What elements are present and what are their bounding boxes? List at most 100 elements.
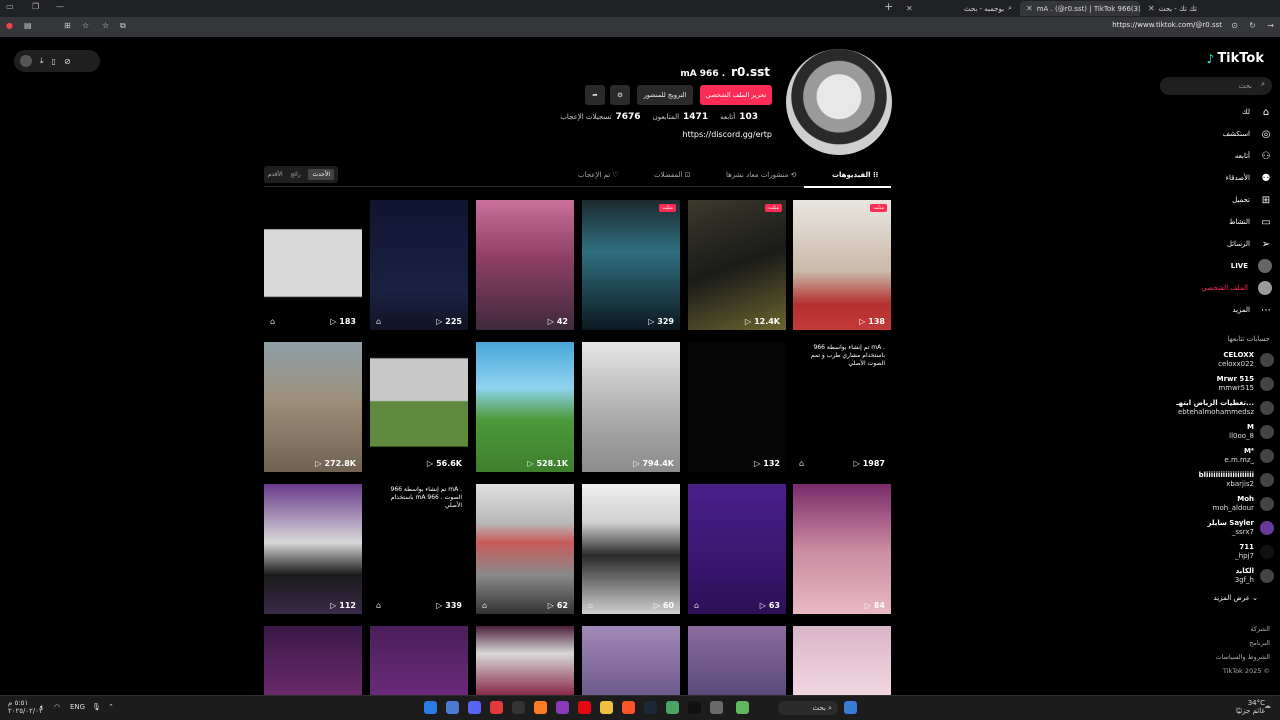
profile-bio-link[interactable]: https://discord.gg/ertp	[683, 130, 772, 139]
start-button-icon[interactable]	[844, 701, 857, 714]
tab-favorites[interactable]: المفضلات ⊡	[654, 171, 691, 179]
minimize-icon[interactable]: —	[56, 2, 64, 11]
browser-tab[interactable]: ✕ تك تك - بحث	[1142, 1, 1272, 16]
video-tile[interactable]: ▷ 272.8K	[264, 342, 362, 472]
followed-account[interactable]: الكايد 3gf_h	[1160, 565, 1274, 587]
video-tile[interactable]: ▷ 112	[264, 484, 362, 614]
followed-account[interactable]: Moh moh_aldour	[1160, 493, 1274, 515]
followed-account[interactable]: bliiiiiiiiiiiiiiiiiiii xbarjis2	[1160, 469, 1274, 491]
app-icon[interactable]	[710, 701, 723, 714]
favorite-icon[interactable]: ☆	[102, 21, 109, 30]
video-tile[interactable]: ▷ 42	[476, 200, 574, 330]
tab-videos[interactable]: الفيديوهات ⁞⁞	[832, 171, 878, 179]
discord-icon[interactable]	[468, 701, 481, 714]
app-icon[interactable]	[736, 701, 749, 714]
tiktok-logo[interactable]: ♪ TikTok	[1207, 51, 1264, 66]
taskbar-search[interactable]: بحث ⌕	[778, 701, 838, 715]
edit-profile-button[interactable]: تحرير الملف الشخصي	[700, 85, 772, 105]
collections-icon[interactable]: ⧉	[120, 21, 126, 31]
close-tab-icon[interactable]: ✕	[1148, 4, 1155, 13]
footer-link[interactable]: الشروط والسياسات	[1215, 653, 1270, 661]
footer-link[interactable]: الشركة	[1250, 625, 1270, 633]
app-icon[interactable]	[490, 701, 503, 714]
search-input[interactable]: بحث ⌕	[1160, 77, 1272, 95]
video-tile[interactable]: ⌂ ▷ 183	[264, 200, 362, 330]
followed-account[interactable]: سايلر Sayler _ssrx7	[1160, 517, 1274, 539]
nav-item-more[interactable]: المزيد ⋯	[1160, 301, 1272, 319]
video-tile[interactable]: ▷ 132	[688, 342, 786, 472]
video-tile[interactable]: ▷ 528.1K	[476, 342, 574, 472]
refresh-icon[interactable]: ↻	[1249, 21, 1256, 30]
footer-link[interactable]: البرنامج	[1249, 639, 1270, 647]
app-icon[interactable]	[666, 701, 679, 714]
nav-item-for-you[interactable]: لك ⌂	[1160, 103, 1272, 121]
followed-account[interactable]: 711 _hpj7	[1160, 541, 1274, 563]
video-tile[interactable]	[264, 626, 362, 695]
reading-list-icon[interactable]: ☆	[82, 21, 89, 30]
sidebar-toggle-icon[interactable]: ▤	[24, 21, 32, 30]
video-tile[interactable]: ⌂ ▷ 62	[476, 484, 574, 614]
video-tile[interactable]	[688, 626, 786, 695]
nav-item-messages[interactable]: الرسائل ➢	[1160, 235, 1272, 253]
wifi-icon[interactable]: ◠	[54, 703, 60, 711]
app-icon[interactable]	[534, 701, 547, 714]
edge-icon[interactable]	[424, 701, 437, 714]
followed-account[interactable]: Mll0oo_8	[1160, 421, 1274, 443]
chevron-up-icon[interactable]: ⌃	[108, 703, 114, 711]
video-tile[interactable]: ⌂ ▷ 63	[688, 484, 786, 614]
video-tile[interactable]: ▷ 56.6K	[370, 342, 468, 472]
nav-item-profile[interactable]: الملف الشخصي	[1160, 279, 1272, 297]
language-indicator[interactable]: ENG	[70, 703, 85, 711]
nav-item-activity[interactable]: النشاط ▭	[1160, 213, 1272, 231]
browser-tab-active[interactable]: ✕ mA . (@r0.sst) | TikTok 966(3) ♪	[1020, 1, 1140, 16]
video-tile[interactable]: ⌂ ▷ 225	[370, 200, 468, 330]
video-tile[interactable]	[793, 626, 891, 695]
steam-icon[interactable]	[644, 701, 657, 714]
followed-account[interactable]: M⁴ e.m.mz_	[1160, 445, 1274, 467]
video-tile[interactable]: مثبّت ▷ 138	[793, 200, 891, 330]
download-icon[interactable]: ⤓	[40, 56, 44, 66]
netflix-icon[interactable]	[578, 701, 591, 714]
app-icon[interactable]	[446, 701, 459, 714]
sort-oldest[interactable]: الأقدم	[268, 171, 283, 178]
url-text[interactable]: https://www.tiktok.com/@r0.sst	[1112, 21, 1222, 29]
share-button[interactable]: ➦	[585, 85, 605, 105]
app-icon[interactable]	[556, 701, 569, 714]
see-more-button[interactable]: عرض المزيد ⌄	[1214, 594, 1258, 602]
volume-icon[interactable]: 🔈︎	[40, 703, 44, 712]
terminal-icon[interactable]	[512, 701, 525, 714]
forward-icon[interactable]: →	[1267, 21, 1274, 30]
profile-avatar[interactable]	[786, 49, 892, 155]
video-tile[interactable]	[582, 626, 680, 695]
file-explorer-icon[interactable]	[600, 701, 613, 714]
video-tile[interactable]	[370, 626, 468, 695]
nav-item-following[interactable]: أتابعه ⚇	[1160, 147, 1272, 165]
new-tab-button[interactable]: +	[884, 0, 893, 13]
clock[interactable]: ٥:٥١ م ٢٠٢٥/٠٢/٠٣	[8, 699, 43, 715]
phone-icon[interactable]: ▯	[52, 57, 56, 66]
nav-item-upload[interactable]: تحميل ⊞	[1160, 191, 1272, 209]
video-tile[interactable]: ▷ 794.4K	[582, 342, 680, 472]
weather-widget[interactable]: 34°C غائم جزئيًا	[1236, 699, 1265, 715]
nav-item-friends[interactable]: الأصدقاء ⚉	[1160, 169, 1272, 187]
nav-item-explore[interactable]: استكشف ◎	[1160, 125, 1272, 143]
close-tab-icon[interactable]: ✕	[1026, 4, 1033, 13]
followed-account[interactable]: CELOXX celoxx022	[1160, 349, 1274, 371]
stat-following[interactable]: 103أتابعه	[720, 112, 758, 122]
video-tile[interactable]: مثبّت ▷ 329	[582, 200, 680, 330]
tab-liked[interactable]: تم الإعجاب ♡	[578, 171, 619, 179]
video-tile[interactable]: مثبّت ▷ 12.4K	[688, 200, 786, 330]
window-menu-icon[interactable]: ▭	[6, 2, 14, 11]
extension-icon[interactable]: ⊞	[64, 21, 71, 30]
video-tile[interactable]: تم إنشاء بواسطة 966 mA . باستخدام mA 966…	[370, 484, 468, 614]
followed-account[interactable]: تغطيات الرياض ابتهـ... ebtehalmohammedsz	[1160, 397, 1274, 419]
tab-reposts[interactable]: منشورات معاد نشرها ⟲	[726, 171, 796, 179]
user-avatar-icon[interactable]	[20, 55, 32, 67]
followed-account[interactable]: Mrwr 515 mmwr515	[1160, 373, 1274, 395]
video-tile[interactable]: ⌂ ▷ 60	[582, 484, 680, 614]
restore-icon[interactable]: ❐	[32, 2, 39, 11]
brave-icon[interactable]	[622, 701, 635, 714]
sort-latest[interactable]: الأحدث	[308, 169, 335, 180]
search-icon[interactable]: ⌕	[1261, 80, 1265, 89]
lock-icon[interactable]: ⊙	[1231, 21, 1238, 30]
